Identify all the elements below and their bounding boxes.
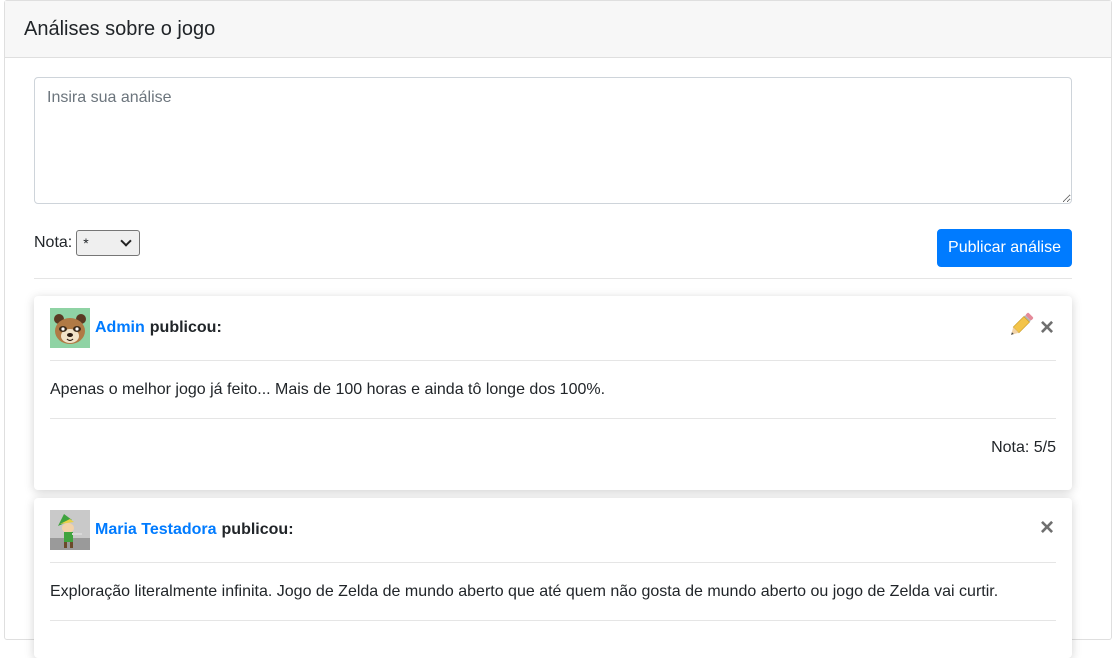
avatar bbox=[50, 308, 90, 348]
pencil-icon[interactable] bbox=[1006, 310, 1036, 345]
form-divider bbox=[34, 278, 1072, 279]
review-actions: × bbox=[1006, 310, 1054, 345]
close-icon[interactable]: × bbox=[1040, 516, 1054, 540]
section-title: Análises sobre o jogo bbox=[24, 17, 216, 40]
review-header: Admin publicou: × bbox=[50, 296, 1056, 361]
rating-row: Nota: * bbox=[34, 230, 141, 256]
review-actions: × bbox=[1036, 516, 1054, 540]
review-text: Exploração literalmente infinita. Jogo d… bbox=[50, 563, 1056, 621]
publish-review-button[interactable]: Publicar análise bbox=[937, 229, 1072, 267]
review-published-label: publicou: bbox=[149, 319, 222, 336]
review-text: Apenas o melhor jogo já feito... Mais de… bbox=[50, 361, 1056, 419]
rating-selected-value: * bbox=[83, 235, 89, 251]
review-header: Maria Testadora publicou: × bbox=[50, 498, 1056, 563]
rating-select[interactable]: * bbox=[76, 230, 141, 256]
rating-label: Nota: bbox=[34, 234, 73, 251]
close-icon[interactable]: × bbox=[1040, 315, 1054, 340]
review-author-link[interactable]: Admin bbox=[95, 319, 145, 337]
review-score-text: Nota: 5/5 bbox=[991, 439, 1056, 456]
review-published-label: publicou: bbox=[221, 521, 294, 538]
review-card: Admin publicou: × Apenas o melhor jogo j… bbox=[34, 296, 1072, 490]
avatar bbox=[50, 510, 90, 550]
review-score: Nota: 5/5 bbox=[50, 419, 1056, 477]
chevron-down-icon bbox=[120, 235, 132, 247]
review-card: Maria Testadora publicou: × Exploração l… bbox=[34, 498, 1072, 658]
reviews-card-header: Análises sobre o jogo bbox=[5, 1, 1111, 58]
review-author-link[interactable]: Maria Testadora bbox=[95, 521, 217, 539]
review-textarea[interactable] bbox=[34, 77, 1072, 204]
